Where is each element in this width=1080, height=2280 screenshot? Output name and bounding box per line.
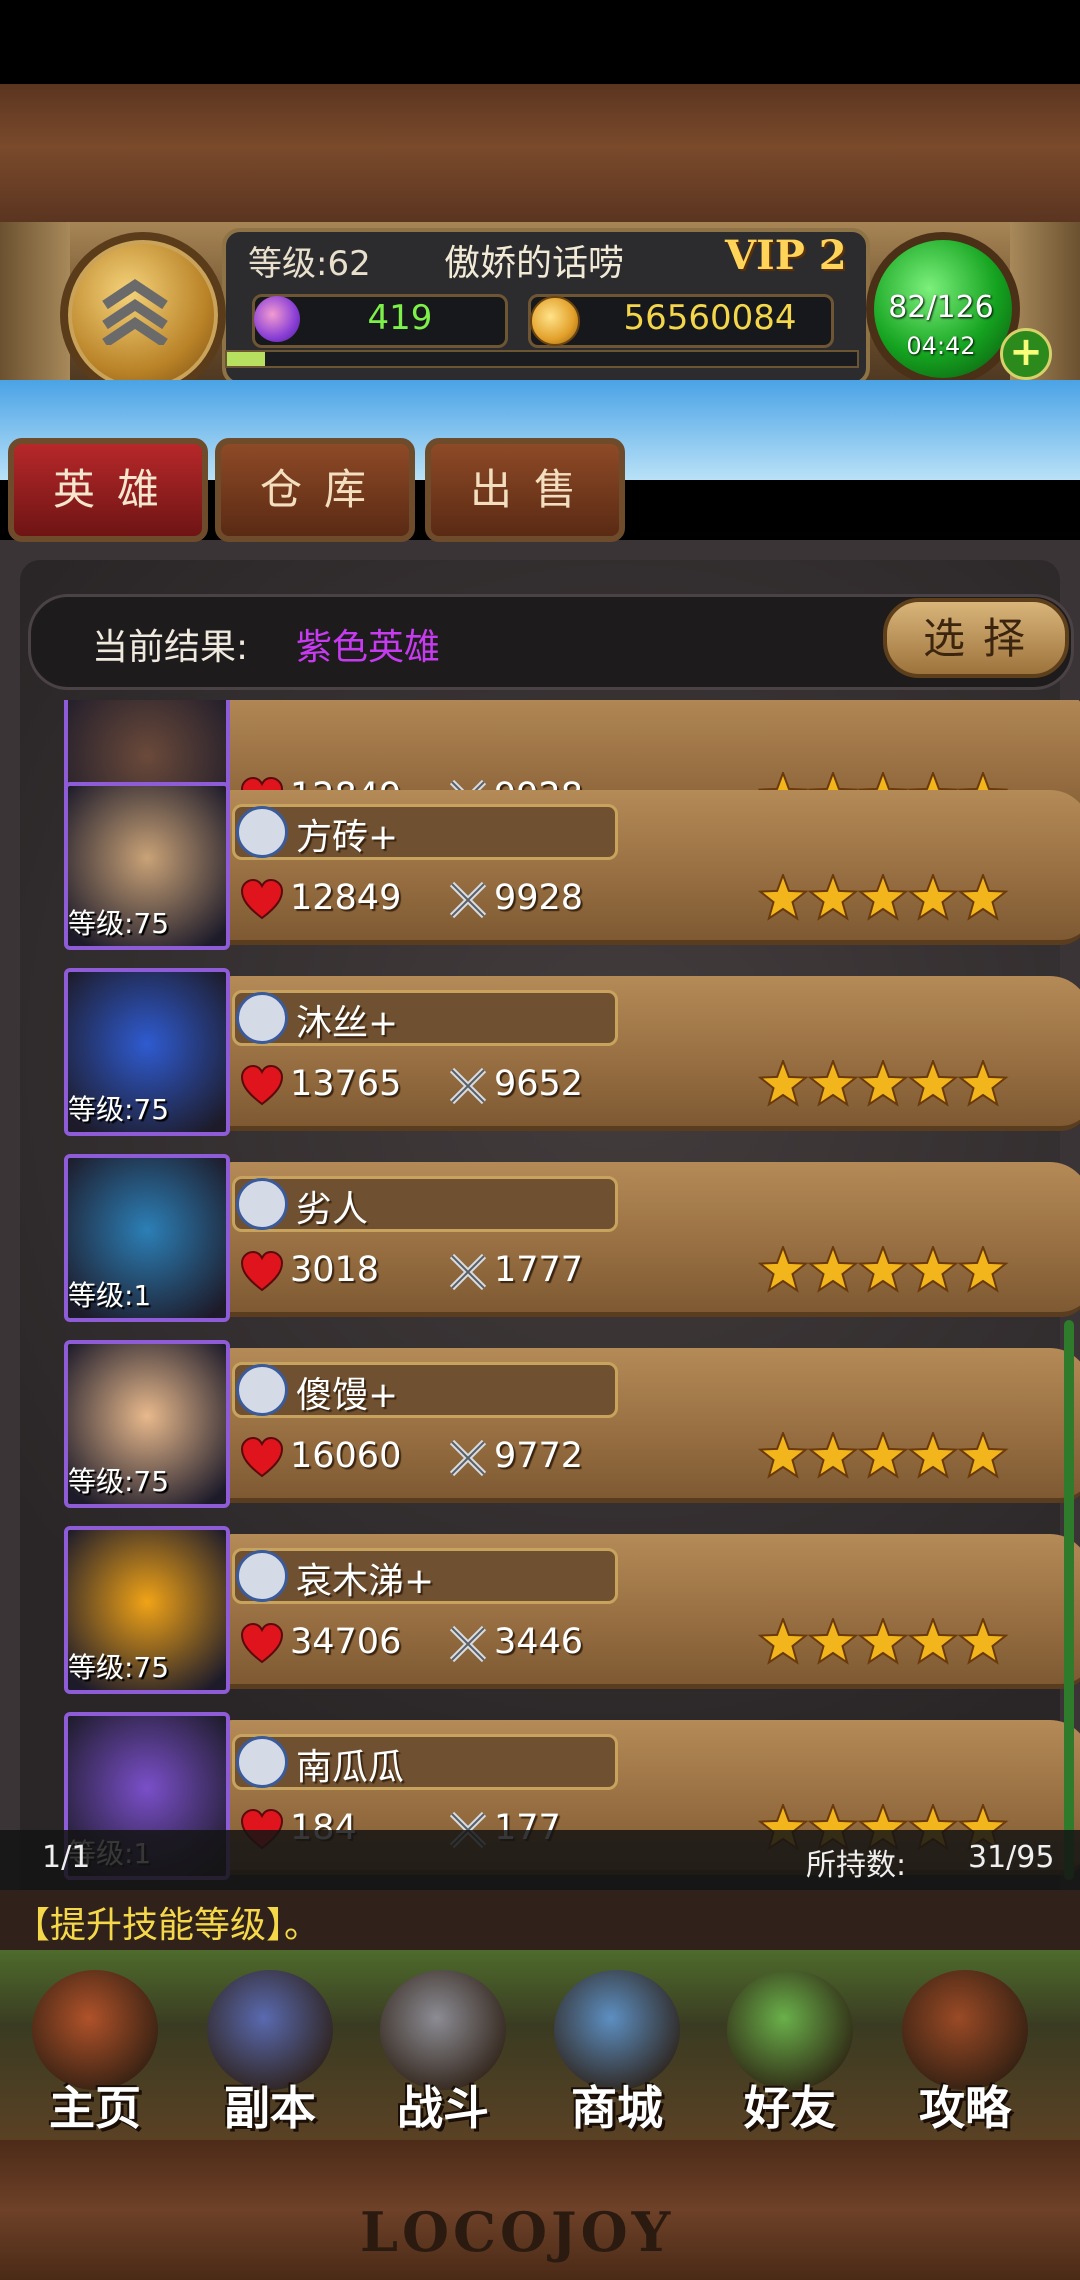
hero-row[interactable]: 等级:75 傻馒+ 16060 9772 [60,1340,1080,1510]
star-rating [758,1432,1009,1479]
nav-label: 攻略 [919,2081,1011,2135]
star-rating [758,1246,1009,1293]
hero-name: 傻馒+ [296,1375,399,1416]
hero-hp: 3018 [290,1250,380,1290]
player-level: 等级:62 [248,244,371,284]
hero-attack: 9652 [494,1064,584,1104]
hero-row[interactable]: 等级:75 方砖+ 12849 9928 [60,782,1080,952]
hero-hp: 34706 [290,1622,402,1662]
hero-row[interactable]: 等级:75 沐丝+ 13765 9652 [60,968,1080,1138]
gold-value: 56560084 [623,298,797,338]
crossed-swords-icon [449,1067,487,1105]
filter-label: 当前结果: [92,627,249,668]
leaf-icon [236,1178,288,1230]
gem-value: 419 [367,298,433,338]
hero-name-box [232,1176,618,1232]
player-name: 傲娇的话唠 [444,243,625,284]
star-rating [758,1618,1009,1665]
filter-value: 紫色英雄 [296,627,441,668]
nav-item[interactable]: 商城 [532,1960,702,2140]
tab-warehouse[interactable]: 仓库 [215,438,415,542]
star-rating [758,874,1009,921]
claw-icon [236,1550,288,1602]
hero-level: 等级:75 [68,1651,170,1684]
crossed-swords-icon [449,1439,487,1477]
marquee-text: 【提升技能等级】。 [14,1905,321,1946]
list-scrollbar[interactable] [1064,1320,1074,1880]
nav-label: 商城 [571,2081,663,2135]
crossed-swords-icon [449,1625,487,1663]
heart-icon [240,878,284,920]
hero-attack: 1777 [494,1250,584,1290]
gem-icon [254,296,300,342]
heart-icon [240,1250,284,1292]
brand-logo: LOCOJOY [360,2200,675,2264]
magnifier-icon [236,806,288,858]
exp-bar [225,350,859,368]
hero-hp: 12849 [290,878,402,918]
hero-level: 等级:75 [68,1465,170,1498]
hero-level: 等级:1 [68,1279,152,1312]
crossed-swords-icon [449,881,487,919]
nav-item[interactable]: 好友 [705,1960,875,2140]
star-rating [758,1060,1009,1107]
crossed-swords-icon [449,1253,487,1291]
heart-icon [240,1436,284,1478]
hero-name: 哀木涕+ [296,1561,435,1602]
skull-icon [236,1364,288,1416]
nav-label: 好友 [744,2081,836,2135]
tab-heroes[interactable]: 英雄 [8,438,208,542]
hero-row[interactable]: 等级:1 劣人 3018 1777 [60,1154,1080,1324]
held-count-value: 31/95 [968,1840,1055,1875]
hero-name: 劣人 [296,1189,369,1230]
nav-label: 主页 [49,2081,141,2135]
stamina-timer: 04:42 [906,332,976,360]
exp-bar-fill [227,352,265,366]
hero-attack: 9928 [494,878,584,918]
hero-name: 方砖+ [296,817,399,858]
hero-name-box [232,990,618,1046]
heart-icon [240,1064,284,1106]
dagger-icon [236,1736,288,1788]
hero-name-box [232,1734,618,1790]
hero-name-box [232,1362,618,1418]
hero-hp: 13765 [290,1064,402,1104]
select-button[interactable]: 选择 [883,598,1069,678]
nav-item[interactable]: 战斗 [358,1960,528,2140]
stamina-value: 82/126 [888,290,994,325]
rank-chevron-icon [102,278,168,345]
hero-level: 等级:75 [68,1093,170,1126]
nav-item[interactable]: 副本 [185,1960,355,2140]
nav-item[interactable]: 主页 [10,1960,180,2140]
hero-name: 南瓜瓜 [296,1747,405,1788]
hero-level: 等级:75 [68,907,170,940]
nav-item[interactable]: 攻略 [880,1960,1050,2140]
hero-attack: 9772 [494,1436,584,1476]
gold-coin-icon [530,296,580,346]
hero-name-box [232,804,618,860]
heart-icon [240,1622,284,1664]
hero-name: 沐丝+ [296,1003,399,1044]
tab-sell[interactable]: 出售 [425,438,625,542]
hero-attack: 3446 [494,1622,584,1662]
hero-row[interactable]: 等级:75 哀木涕+ 34706 3446 [60,1526,1080,1696]
shield-icon [236,992,288,1044]
top-wood-banner [0,84,1080,224]
vip-badge[interactable]: VIP 2 [725,232,847,279]
page-indicator: 1/1 [42,1840,91,1875]
hero-list[interactable]: 等级:75128499928等级:75方砖+128499928等级:75沐丝+1… [0,700,1080,1890]
add-stamina-button[interactable]: + [1000,328,1052,380]
nav-label: 副本 [224,2081,316,2135]
hero-hp: 16060 [290,1436,402,1476]
status-bar [0,0,1080,84]
held-count-label: 所持数: [806,1848,907,1883]
nav-label: 战斗 [397,2081,489,2135]
list-footer [0,1830,1080,1890]
